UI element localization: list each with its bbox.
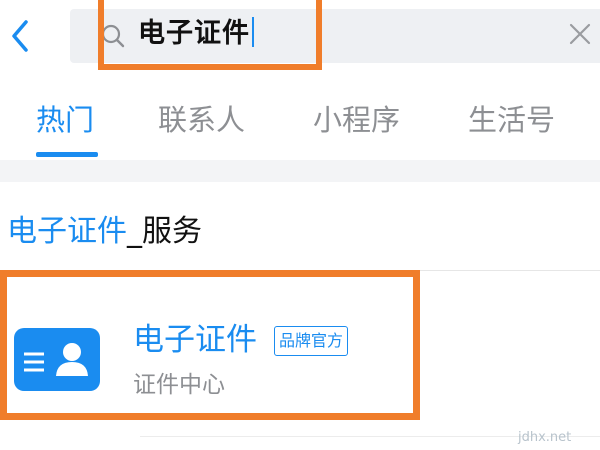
section-title: 电子证件_服务 <box>7 212 202 252</box>
search-input[interactable]: 电子证件 <box>138 14 254 54</box>
chevron-left-icon <box>12 20 28 52</box>
watermark: jdhx.net <box>518 430 572 445</box>
tab-popular[interactable]: 热门 <box>36 95 94 145</box>
result-title: 电子证件 <box>133 322 257 358</box>
close-icon <box>569 23 591 45</box>
official-brand-badge: 品牌官方 <box>274 326 349 356</box>
tab-life-accounts[interactable]: 生活号 <box>468 95 555 145</box>
search-icon <box>100 23 126 49</box>
active-tab-indicator <box>36 152 98 157</box>
section-suffix: _服务 <box>127 214 202 249</box>
back-button[interactable] <box>4 14 38 58</box>
clear-search-button[interactable] <box>567 21 593 47</box>
tab-mini-programs[interactable]: 小程序 <box>313 95 400 145</box>
top-bar: 电子证件 <box>0 0 600 75</box>
result-subtitle: 证件中心 <box>133 372 225 398</box>
tab-bar: 热门 联系人 小程序 生活号 <box>0 75 600 160</box>
id-card-icon <box>14 328 100 391</box>
text-cursor <box>252 17 254 47</box>
result-item[interactable]: 电子证件 品牌官方 证件中心 <box>0 271 600 421</box>
section-gap <box>0 160 600 182</box>
search-query: 电子证件 <box>138 18 250 49</box>
section-keyword: 电子证件 <box>7 214 127 249</box>
tab-contacts[interactable]: 联系人 <box>158 95 245 145</box>
